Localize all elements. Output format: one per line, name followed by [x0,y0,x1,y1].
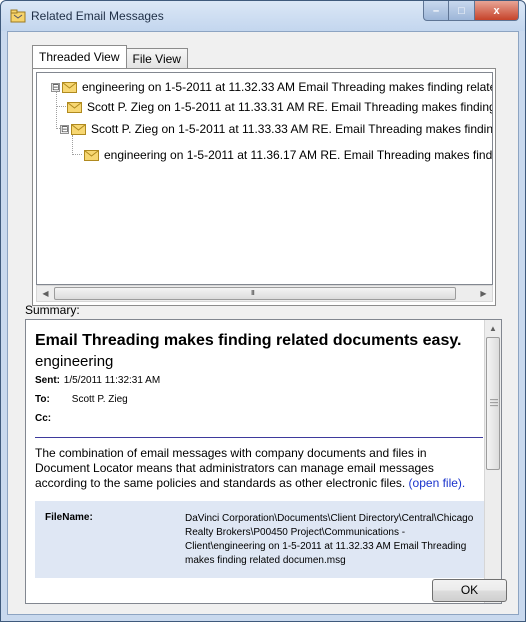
tree-item[interactable]: ⊟ engineering on 1-5-2011 at 11.32.33 AM… [51,77,493,97]
to-label: To: [35,394,50,405]
sent-label: Sent: [35,375,60,386]
email-envelope-icon [71,123,86,135]
tab-threaded-view[interactable]: Threaded View [32,45,127,68]
collapse-icon[interactable]: ⊟ [60,124,69,134]
email-envelope-icon [84,149,99,161]
thread-tree[interactable]: ⊟ engineering on 1-5-2011 at 11.32.33 AM… [36,72,493,285]
tree-item[interactable]: ⊟ Scott P. Zieg on 1-5-2011 at 11.33.33 … [60,119,493,139]
collapse-icon[interactable]: ⊟ [51,82,60,92]
summary-content: Email Threading makes finding related do… [35,331,490,578]
caption-buttons: – □ x [423,1,519,21]
filename-label: FileName: [45,512,93,523]
summary-divider [35,437,483,438]
tree-item[interactable]: engineering on 1-5-2011 at 11.36.17 AM R… [84,145,493,165]
file-info-box: FileName: DaVinci Corporation\Documents\… [35,501,490,578]
tree-item[interactable]: Scott P. Zieg on 1-5-2011 at 11.33.31 AM… [67,97,493,117]
horizontal-scroll-thumb[interactable]: III [54,287,456,300]
open-file-link[interactable]: (open file). [409,476,466,490]
email-sender: engineering [35,353,114,370]
vertical-scrollbar[interactable]: ▲ ——— ▼ [484,320,501,603]
to-row: To: Scott P. Zieg [35,392,480,408]
tree-item-label: engineering on 1-5-2011 at 11.32.33 AM E… [82,80,493,94]
maximize-button[interactable]: □ [449,1,475,21]
tab-strip: Threaded View File View [32,45,188,69]
tree-item-label: engineering on 1-5-2011 at 11.36.17 AM R… [104,148,493,162]
scroll-grip: III [251,290,255,297]
tree-connector [56,106,66,107]
folder-mail-icon [10,9,26,23]
minimize-button[interactable]: – [423,1,449,21]
tree-item-label: Scott P. Zieg on 1-5-2011 at 11.33.33 AM… [91,122,493,136]
email-envelope-icon [62,81,77,93]
email-subject: Email Threading makes finding related do… [35,332,462,349]
tab-file-view[interactable]: File View [125,48,188,69]
email-body: The combination of email messages with c… [35,446,480,491]
horizontal-scrollbar[interactable]: ◀ III ▶ [36,285,493,302]
title-bar[interactable]: Related Email Messages – □ x [1,1,525,31]
cc-label: Cc: [35,413,52,424]
threaded-view-panel: ⊟ engineering on 1-5-2011 at 11.32.33 AM… [32,68,496,306]
summary-label: Summary: [25,303,80,317]
email-envelope-icon [67,101,82,113]
summary-pane[interactable]: Email Threading makes finding related do… [25,319,502,604]
filename-value: DaVinci Corporation\Documents\Client Dir… [185,513,474,566]
close-button[interactable]: x [475,1,519,21]
sent-row: Sent: 1/5/2011 11:32:31 AM [35,373,480,389]
ok-button[interactable]: OK [432,579,507,602]
scroll-left-arrow-icon[interactable]: ◀ [37,286,54,301]
dialog-window: Related Email Messages – □ x Threaded Vi… [0,0,526,622]
scroll-right-arrow-icon[interactable]: ▶ [475,286,492,301]
sent-value: 1/5/2011 11:32:31 AM [63,375,161,386]
scroll-up-arrow-icon[interactable]: ▲ [485,320,501,337]
tree-connector [72,154,82,155]
window-title: Related Email Messages [31,9,164,23]
cc-row: Cc: [35,411,480,427]
tree-item-label: Scott P. Zieg on 1-5-2011 at 11.33.31 AM… [87,100,493,114]
to-value: Scott P. Zieg [71,394,128,405]
scroll-grip-icon: — — — [490,395,498,410]
email-body-text: The combination of email messages with c… [35,446,434,490]
vertical-scroll-thumb[interactable]: — — — [486,337,500,470]
